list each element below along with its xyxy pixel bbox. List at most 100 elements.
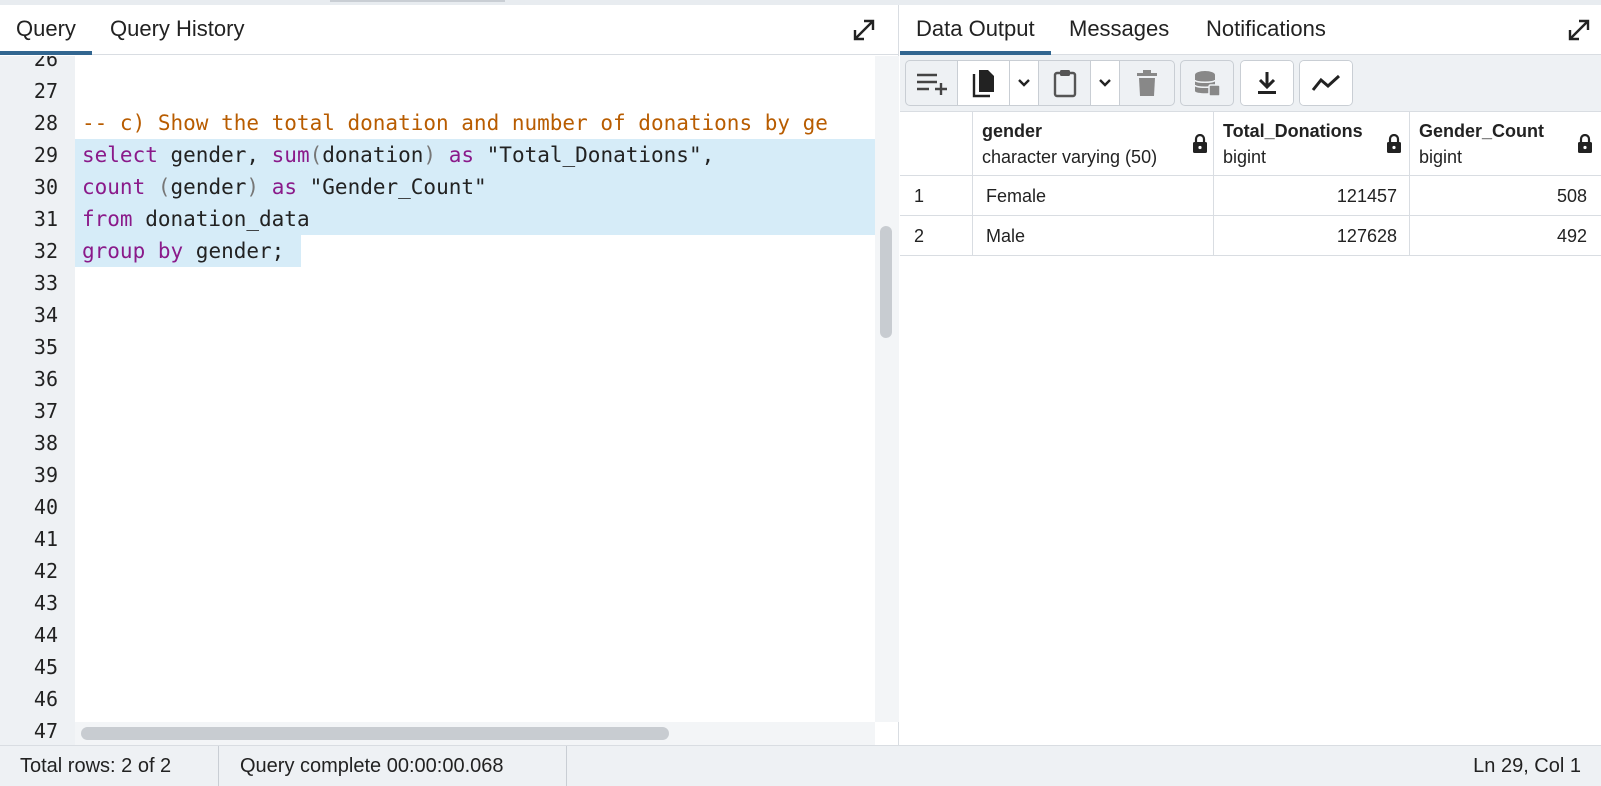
column-name: gender [982,121,1043,141]
status-bar: Total rows: 2 of 2 Query complete 00:00:… [0,745,1601,786]
row-number-cell: 1 [900,176,973,215]
results-tabs: Data Output Messages Notifications [900,5,1601,55]
column-name: Gender_Count [1419,121,1545,141]
editor-vertical-scrollbar[interactable] [875,56,899,722]
code-line-30: count (gender) as "Gender_Count" [82,171,487,203]
keyword: group by [82,239,184,263]
horizontal-scroll-thumb[interactable] [81,727,669,740]
delete-button[interactable] [1120,61,1174,105]
code-text: donation_data [132,207,310,231]
add-row-button[interactable] [906,61,958,105]
paren: ( [157,175,171,199]
total-donations-cell[interactable]: 127628 [1214,216,1410,255]
line-number: 31 [33,207,58,231]
line-number: 38 [33,431,58,455]
save-data-icon [1194,71,1221,97]
row-number: 2 [914,226,925,246]
cursor-position: Ln 29, Col 1 [1473,755,1581,777]
column-type: character varying (50) [982,147,1158,167]
lock-icon [1387,134,1401,153]
column-header-gender-count[interactable]: Gender_Count bigint [1410,112,1601,175]
copy-button[interactable] [958,61,1010,105]
query-tool-window: Query Query History 26 27 28 29 30 31 32… [0,0,1601,786]
tab-data-output[interactable]: Data Output [900,5,1051,55]
line-number: 46 [33,687,58,711]
keyword: select [82,143,158,167]
paste-options-dropdown[interactable] [1091,61,1120,105]
line-number: 44 [33,623,58,647]
graph-visualiser-button[interactable] [1300,61,1352,105]
gender-count-cell[interactable]: 508 [1410,176,1601,215]
code-comment-line: -- c) Show the total donation and number… [82,111,828,135]
cell-value: 508 [1556,186,1587,206]
copy-options-dropdown[interactable] [1010,61,1039,105]
total-rows-status: Total rows: 2 of 2 [20,755,172,777]
paren: ) [246,175,260,199]
line-number: 41 [33,527,58,551]
table-row[interactable]: 2 Male 127628 492 [900,216,1601,256]
line-number: 39 [33,463,58,487]
lock-icon [1193,134,1207,153]
grid-header: gender character varying (50) Total_Dona… [900,112,1601,176]
line-number: 42 [33,559,58,583]
column-type: bigint [1223,147,1267,167]
code-text: donation [322,143,424,167]
edit-button-group [905,60,1175,106]
graph-visualiser-icon [1311,74,1341,91]
paste-icon [1053,70,1076,98]
download-button[interactable] [1241,61,1293,105]
line-number: 36 [33,367,58,391]
paste-button[interactable] [1039,61,1091,105]
download-group [1240,60,1294,106]
line-number: 28 [33,111,58,135]
tab-messages[interactable]: Messages [1053,5,1185,55]
expand-icon[interactable] [851,17,877,43]
row-number: 1 [914,186,925,206]
tab-notifications[interactable]: Notifications [1190,5,1342,55]
line-number: 43 [33,591,58,615]
save-data-button[interactable] [1181,61,1233,105]
line-number: 33 [33,271,58,295]
code-line-32: group by gender; [82,235,284,267]
table-row[interactable]: 1 Female 121457 508 [900,176,1601,216]
download-icon [1258,72,1276,94]
line-number: 26 [33,56,58,71]
total-donations-cell[interactable]: 121457 [1214,176,1410,215]
query-tabs: Query Query History [0,5,898,55]
tab-query[interactable]: Query [0,5,92,55]
code-line-31: from donation_data [82,203,310,235]
graph-group [1299,60,1353,106]
tab-query-history[interactable]: Query History [94,5,260,55]
line-number: 34 [33,303,58,327]
vertical-scroll-thumb[interactable] [880,226,892,338]
line-number: 27 [33,79,58,103]
line-number: 37 [33,399,58,423]
status-divider [566,746,567,786]
column-type: bigint [1419,147,1463,167]
cell-value: Female [986,186,1047,206]
cell-value: 492 [1556,226,1587,246]
line-number-gutter: 26 27 28 29 30 31 32 33 34 35 36 37 38 3… [0,56,75,745]
gender-count-cell[interactable]: 492 [1410,216,1601,255]
save-data-group [1180,60,1234,106]
query-panel: Query Query History 26 27 28 29 30 31 32… [0,5,899,745]
top-scroll-thumb[interactable] [330,0,505,2]
line-number: 32 [33,239,58,263]
code-text: "Total_Donations", [474,143,715,167]
gender-cell[interactable]: Male [973,216,1214,255]
column-header-total-donations[interactable]: Total_Donations bigint [1214,112,1410,175]
keyword: sum [271,143,310,167]
gender-cell[interactable]: Female [973,176,1214,215]
lock-icon [1578,134,1592,153]
editor-horizontal-scrollbar[interactable] [75,722,875,745]
line-number: 45 [33,655,58,679]
line-number: 30 [33,175,58,199]
expand-icon[interactable] [1566,17,1592,43]
keyword: count [82,175,146,199]
sql-editor[interactable]: -- c) Show the total donation and number… [75,56,875,722]
tab-messages-label: Messages [1069,16,1170,41]
line-number: 35 [33,335,58,359]
column-header-gender[interactable]: gender character varying (50) [973,112,1214,175]
cell-value: 121457 [1336,186,1397,206]
